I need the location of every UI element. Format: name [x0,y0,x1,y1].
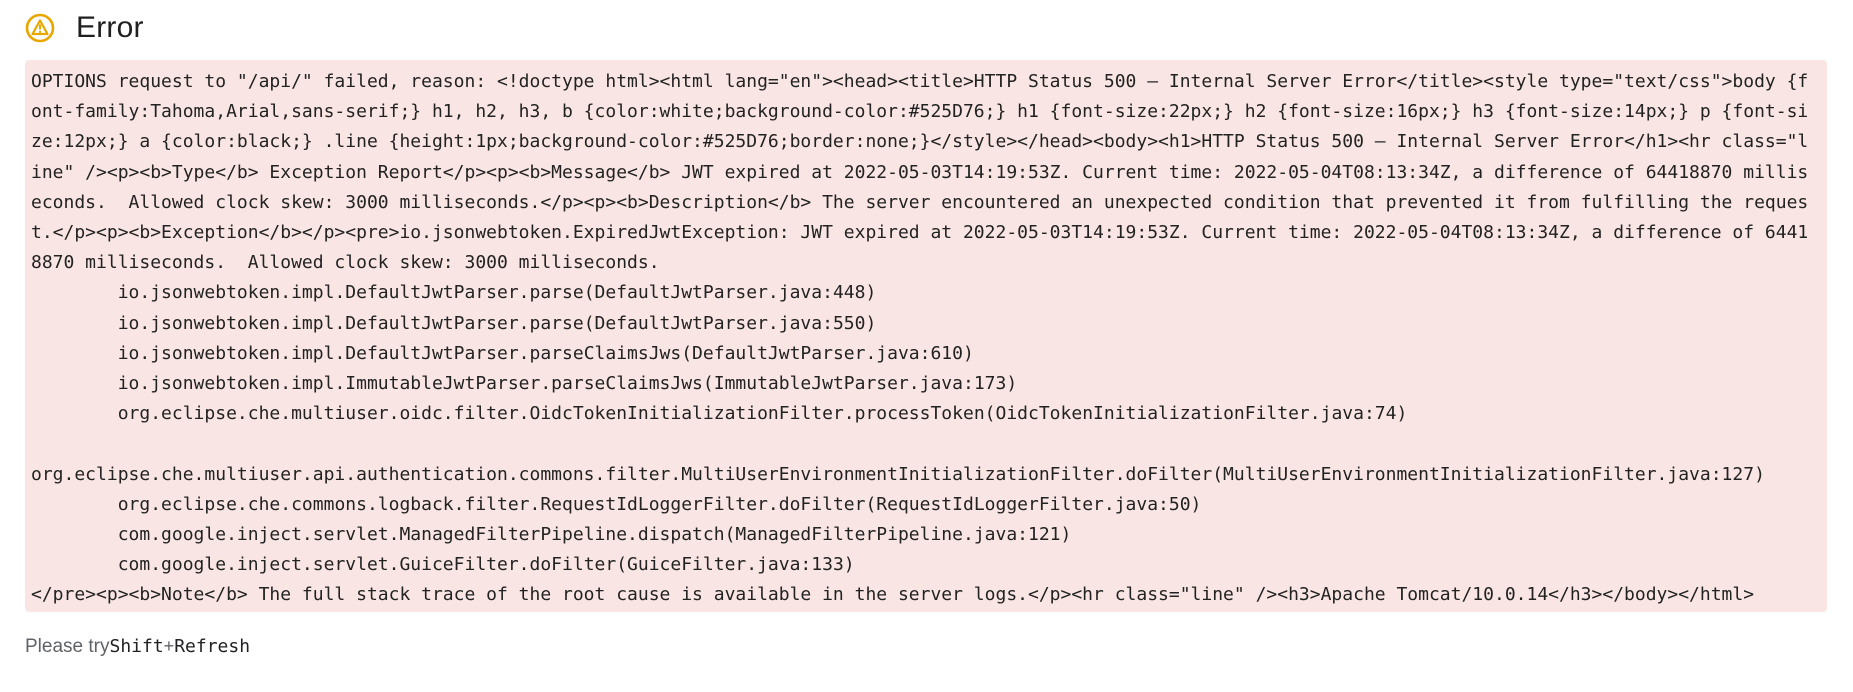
plus-sign: + [163,636,175,656]
warning-icon [24,12,56,44]
refresh-hint: Please try Shift + Refresh [25,636,250,658]
shift-key: Shift [109,636,164,657]
error-message-box: OPTIONS request to "/api/" failed, reaso… [25,60,1827,612]
page-title: Error [76,11,144,44]
error-message-text: OPTIONS request to "/api/" failed, reaso… [31,71,1809,606]
refresh-key: Refresh [174,636,251,657]
hint-prefix: Please try [25,636,110,657]
error-header: Error [24,6,144,50]
